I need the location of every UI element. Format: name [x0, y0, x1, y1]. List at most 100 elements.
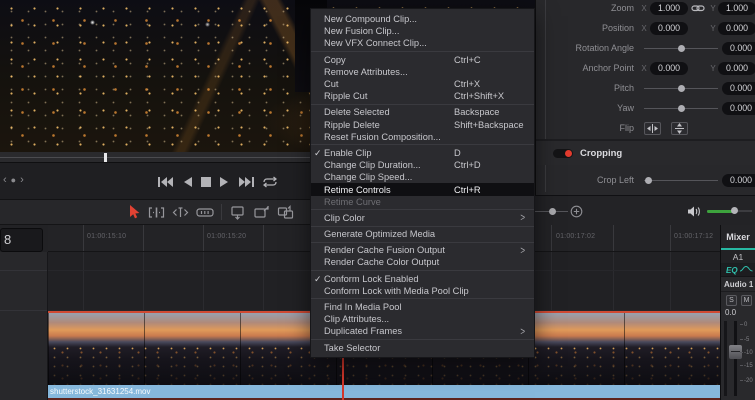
mixer-track-label: Audio 1 — [721, 277, 755, 292]
insert-clip-icon[interactable] — [229, 205, 246, 220]
inspector-label: Zoom — [610, 3, 634, 13]
menu-item-cut[interactable]: Cut Ctrl+X — [311, 78, 534, 90]
timeline-zoom-handle[interactable] — [549, 208, 556, 215]
value-field-x[interactable]: 0.000 — [650, 21, 688, 35]
menu-item-change-clip-duration[interactable]: Change Clip Duration... Ctrl+D — [311, 159, 534, 171]
track-gridline — [83, 252, 84, 311]
menu-item-retime-curve[interactable]: Retime Curve — [311, 196, 534, 208]
context-menu: New Compound Clip... New Fusion Clip... Ne… — [310, 8, 535, 358]
value-field-y[interactable]: 1.000 — [718, 1, 755, 15]
inspector-label: Crop Left — [596, 175, 634, 185]
inspector-row-zoom: Zoom X 1.000 Y 1.000 — [556, 0, 755, 18]
value-field[interactable]: 0.000 — [722, 41, 755, 55]
viewer-playhead[interactable] — [104, 153, 107, 162]
loop-icon[interactable] — [263, 176, 277, 188]
speaker-icon[interactable] — [687, 205, 701, 223]
menu-item-clip-attributes[interactable]: Clip Attributes... — [311, 313, 534, 325]
angle-left-icon[interactable]: ‹ — [3, 175, 7, 186]
play-reverse-icon[interactable] — [182, 176, 192, 188]
flip-vertical-icon[interactable] — [671, 121, 688, 135]
menu-item-shortcut: Backspace — [454, 107, 500, 118]
tab-mixer[interactable]: Mixer — [721, 225, 755, 250]
razor-tool-icon[interactable] — [196, 205, 214, 220]
dynamic-trim-icon[interactable] — [172, 205, 189, 220]
track-header-strip — [0, 252, 48, 400]
menu-item-duplicated-frames[interactable]: Duplicated Frames > — [311, 325, 534, 337]
menu-item-ripple-cut[interactable]: Ripple Cut Ctrl+Shift+X — [311, 90, 534, 102]
menu-item-conform-lock-with-media-pool-clip[interactable]: Conform Lock with Media Pool Clip — [311, 285, 534, 297]
dot-icon[interactable]: ● — [11, 175, 16, 185]
slider-handle[interactable] — [677, 84, 685, 92]
selection-tool-icon[interactable] — [129, 204, 141, 220]
value-field[interactable]: 0.000 — [722, 173, 755, 187]
slider-handle[interactable] — [677, 44, 685, 52]
menu-item-reset-fusion-composition[interactable]: Reset Fusion Composition... — [311, 131, 534, 143]
slider-handle[interactable] — [645, 176, 653, 184]
stop-icon[interactable] — [201, 176, 211, 188]
inspector-row-anchor-point: Anchor Point X 0.000 Y 0.000 — [556, 58, 755, 78]
menu-item-new-fusion-clip[interactable]: New Fusion Clip... — [311, 25, 534, 37]
inspector-row-pitch: Pitch 0.000 — [556, 78, 755, 98]
transport-buttons — [158, 176, 277, 188]
menu-item-label: Retime Controls — [324, 184, 391, 195]
last-frame-icon[interactable] — [239, 176, 254, 188]
menu-item-clip-color[interactable]: Clip Color > — [311, 212, 534, 224]
x-axis-label: X — [641, 63, 647, 73]
menu-item-render-cache-color-output[interactable]: Render Cache Color Output — [311, 256, 534, 268]
menu-item-remove-attributes[interactable]: Remove Attributes... — [311, 66, 534, 78]
play-forward-icon[interactable] — [220, 176, 230, 188]
submenu-arrow-icon: > — [520, 325, 525, 338]
menu-item-ripple-delete[interactable]: Ripple Delete Shift+Backspace — [311, 119, 534, 131]
overwrite-clip-icon[interactable] — [253, 205, 270, 220]
value-field-x[interactable]: 1.000 — [650, 1, 688, 15]
mute-button[interactable]: M — [741, 294, 752, 306]
cropping-toggle[interactable] — [553, 148, 573, 158]
ruler-tick — [670, 225, 671, 251]
menu-item-new-compound-clip[interactable]: New Compound Clip... — [311, 13, 534, 25]
menu-item-new-vfx-connect-clip[interactable]: New VFX Connect Clip... — [311, 37, 534, 49]
solo-button[interactable]: S — [726, 294, 737, 306]
value-field-y[interactable]: 0.000 — [718, 61, 755, 75]
menu-item-label: Conform Lock Enabled — [324, 273, 419, 284]
replace-clip-icon[interactable] — [277, 204, 294, 220]
slider-crop-left[interactable] — [644, 176, 718, 184]
menu-item-label: New Compound Clip... — [324, 14, 418, 25]
cropping-section-header[interactable]: Cropping — [536, 141, 755, 165]
value-field[interactable]: 0.000 — [722, 101, 755, 115]
value-field[interactable]: 0.000 — [722, 81, 755, 95]
first-frame-icon[interactable] — [158, 176, 173, 188]
timeline-options-bar — [535, 195, 755, 225]
angle-right-icon[interactable]: › — [20, 175, 24, 186]
flip-horizontal-icon[interactable] — [644, 121, 661, 135]
fader-scale-tick — [740, 338, 743, 340]
slider-rotation-angle[interactable] — [644, 44, 718, 52]
menu-item-label: Conform Lock with Media Pool Clip — [324, 285, 469, 296]
toolbar-divider — [221, 204, 222, 220]
menu-item-render-cache-fusion-output[interactable]: Render Cache Fusion Output > — [311, 244, 534, 256]
mixer-eq-row[interactable]: EQ — [721, 264, 755, 277]
slider-pitch[interactable] — [644, 84, 718, 92]
slider-yaw[interactable] — [644, 104, 718, 112]
marker-nav: ‹ ● › — [3, 175, 24, 186]
slider-handle[interactable] — [677, 104, 685, 112]
menu-item-delete-selected[interactable]: Delete Selected Backspace — [311, 106, 534, 118]
inspector-row-rotation-angle: Rotation Angle 0.000 — [556, 38, 755, 58]
menu-item-retime-controls[interactable]: Retime Controls Ctrl+R — [311, 183, 534, 196]
link-icon[interactable] — [688, 2, 708, 14]
zoom-plus-icon[interactable] — [570, 205, 583, 223]
menu-item-label: Duplicated Frames — [324, 326, 403, 337]
value-field-x[interactable]: 0.000 — [650, 61, 688, 75]
menu-item-take-selector[interactable]: Take Selector — [311, 342, 534, 354]
menu-item-copy[interactable]: Copy Ctrl+C — [311, 54, 534, 66]
menu-item-enable-clip[interactable]: ✓ Enable Clip D — [311, 147, 534, 159]
audio-clip-bar[interactable]: shutterstock_31631254.mov — [48, 385, 720, 400]
menu-item-label: Reset Fusion Composition... — [324, 131, 441, 142]
menu-item-change-clip-speed[interactable]: Change Clip Speed... — [311, 171, 534, 183]
menu-item-find-in-media-pool[interactable]: Find In Media Pool — [311, 301, 534, 313]
value-field-y[interactable]: 0.000 — [718, 21, 755, 35]
volume-slider-handle[interactable] — [731, 207, 738, 214]
ruler-tick — [203, 225, 204, 251]
trim-edit-mode-icon[interactable] — [148, 205, 165, 220]
menu-item-generate-optimized-media[interactable]: Generate Optimized Media — [311, 228, 534, 240]
menu-item-conform-lock-enabled[interactable]: ✓ Conform Lock Enabled — [311, 273, 534, 285]
